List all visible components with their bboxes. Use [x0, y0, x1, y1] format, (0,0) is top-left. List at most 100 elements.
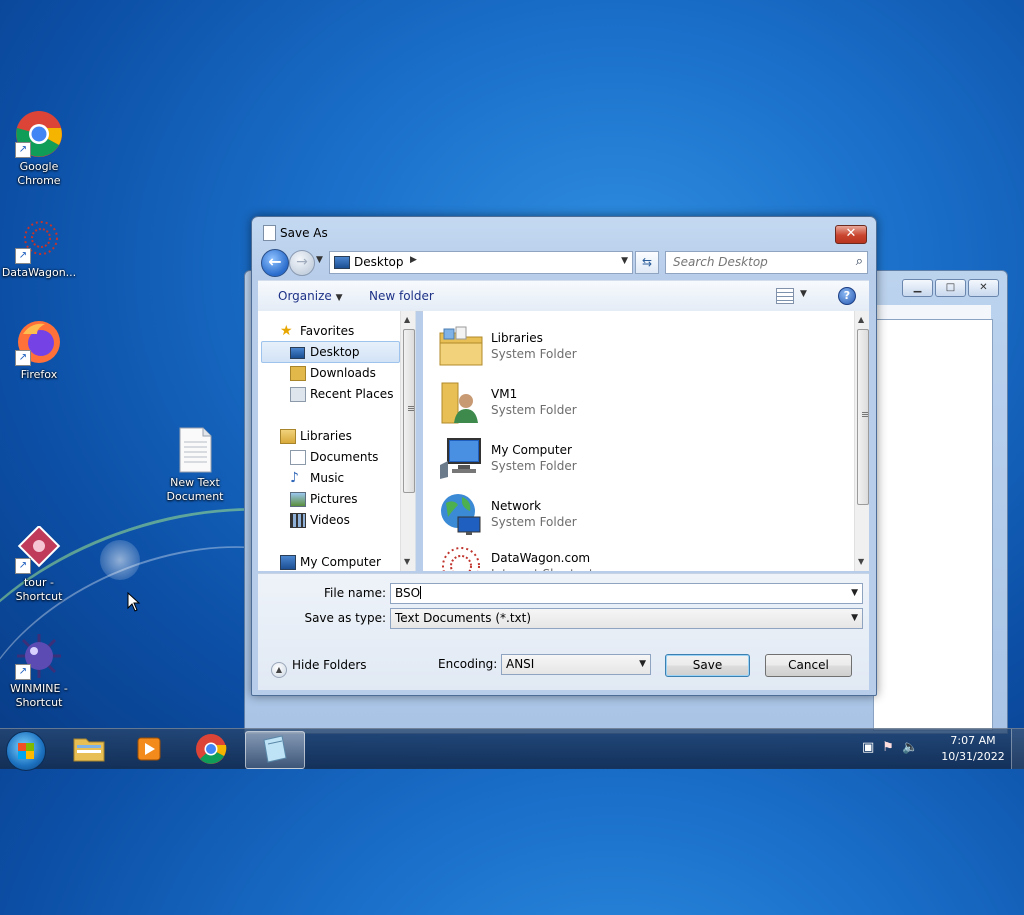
- save-type-select[interactable]: Text Documents (*.txt) ▼: [390, 608, 863, 629]
- desktop-icon-tour[interactable]: ↗ tour - Shortcut: [1, 524, 77, 604]
- shortcut-arrow-icon: ↗: [15, 558, 31, 574]
- chevron-down-icon[interactable]: ▼: [621, 256, 628, 266]
- encoding-label: Encoding:: [438, 657, 498, 671]
- scroll-down-icon[interactable]: ▼: [858, 557, 864, 566]
- encoding-select[interactable]: ANSI ▼: [501, 654, 651, 675]
- taskbar-media-player[interactable]: [121, 731, 179, 767]
- tour-icon: ↗: [15, 524, 63, 574]
- recent-places-icon: [290, 387, 306, 402]
- desktop-icon-label: New Text Document: [166, 476, 224, 503]
- view-options-dropdown[interactable]: ▼: [800, 289, 807, 299]
- minimize-button[interactable]: ▁: [902, 279, 933, 297]
- chevron-down-icon[interactable]: ▼: [851, 613, 858, 623]
- command-bar: Organize ▼ New folder ▼ ?: [258, 280, 869, 312]
- hide-folders-button[interactable]: ▲ Hide Folders: [271, 658, 367, 678]
- libraries-icon: [280, 429, 296, 444]
- chevron-down-icon[interactable]: ▼: [639, 659, 646, 669]
- back-button[interactable]: ←: [261, 249, 289, 277]
- network-icon[interactable]: ▣: [862, 740, 874, 755]
- windows-logo-icon: [18, 743, 34, 759]
- search-icon[interactable]: ⌕: [856, 254, 863, 269]
- chevron-down-icon: ▼: [335, 293, 343, 303]
- desktop-icon-new-text-document[interactable]: New Text Document: [157, 426, 233, 504]
- documents-icon: [290, 450, 306, 465]
- show-desktop-button[interactable]: [1011, 729, 1024, 769]
- text-document-icon: [171, 426, 219, 474]
- search-input[interactable]: [666, 252, 848, 271]
- taskbar-explorer[interactable]: [60, 731, 118, 767]
- chevron-right-icon[interactable]: ▶: [410, 255, 417, 265]
- file-name-value[interactable]: BSO: [395, 586, 422, 600]
- dialog-close-button[interactable]: ✕: [835, 225, 867, 244]
- videos-icon: [290, 513, 306, 528]
- desktop-icon-label: WINMINE - Shortcut: [10, 682, 68, 709]
- desktop-icon-chrome[interactable]: ↗ Google Chrome: [1, 110, 77, 188]
- file-list: Libraries System Folder VM1 System Folde…: [423, 311, 869, 571]
- recent-locations-dropdown[interactable]: ▼: [316, 255, 323, 265]
- help-button[interactable]: ?: [838, 287, 856, 305]
- nav-scrollbar[interactable]: ▲ ▼: [400, 311, 415, 571]
- forward-button[interactable]: →: [289, 250, 315, 276]
- scroll-down-icon[interactable]: ▼: [404, 557, 410, 566]
- save-options-panel: File name: BSO ▼ Save as type: Text Docu…: [258, 573, 869, 690]
- change-view-icon[interactable]: [776, 288, 794, 304]
- file-name: Libraries: [491, 331, 543, 345]
- address-bar[interactable]: Desktop ▶ ▼: [329, 251, 633, 274]
- search-box[interactable]: ⌕: [665, 251, 868, 274]
- desktop-icon-winmine[interactable]: ↗ WINMINE - Shortcut: [1, 632, 77, 710]
- scrollbar-thumb[interactable]: [403, 329, 415, 493]
- forward-arrow-icon: →: [296, 254, 308, 270]
- maximize-button[interactable]: □: [935, 279, 966, 297]
- scroll-up-icon[interactable]: ▲: [404, 315, 410, 324]
- cancel-button[interactable]: Cancel: [765, 654, 852, 677]
- shortcut-arrow-icon: ↗: [15, 350, 31, 366]
- action-center-flag-icon[interactable]: ⚑: [882, 740, 894, 755]
- chevron-up-icon: ▲: [271, 662, 287, 678]
- chrome-icon: ↗: [15, 110, 63, 158]
- file-name: Network: [491, 499, 542, 513]
- scrollbar-thumb[interactable]: [857, 329, 869, 505]
- shortcut-arrow-icon: ↗: [15, 664, 31, 680]
- taskbar: ▣ ⚑ 🔈 7:07 AM 10/31/2022: [0, 728, 1024, 771]
- list-item[interactable]: VM1 System Folder: [438, 375, 768, 427]
- list-item[interactable]: Libraries System Folder: [438, 319, 768, 371]
- desktop-icon-datawagon[interactable]: ↗ DataWagon...: [1, 216, 77, 280]
- file-type: Internet Shortcut: [491, 567, 594, 571]
- music-icon: ♪: [290, 470, 299, 486]
- refresh-icon: ⇆: [641, 255, 653, 269]
- volume-icon[interactable]: 🔈: [902, 740, 918, 755]
- clock[interactable]: 7:07 AM 10/31/2022: [936, 733, 1010, 765]
- taskbar-chrome[interactable]: [182, 731, 240, 767]
- start-button[interactable]: [6, 731, 46, 771]
- libraries-folder-icon: [439, 326, 483, 366]
- list-item[interactable]: My Computer System Folder: [438, 431, 768, 483]
- file-list-scrollbar[interactable]: ▲ ▼: [854, 311, 869, 571]
- dialog-title: Save As: [280, 226, 328, 240]
- desktop-icon-label: Firefox: [20, 368, 58, 381]
- wallpaper-glow: [100, 540, 140, 580]
- computer-icon: [440, 438, 481, 479]
- file-type: System Folder: [491, 403, 577, 417]
- grip-icon: [862, 412, 868, 418]
- address-location[interactable]: Desktop: [354, 255, 404, 269]
- organize-button[interactable]: Organize ▼: [278, 289, 343, 303]
- scroll-up-icon[interactable]: ▲: [858, 315, 864, 324]
- list-item[interactable]: Network System Folder: [438, 487, 768, 539]
- new-folder-button[interactable]: New folder: [369, 289, 434, 303]
- system-tray: ▣ ⚑ 🔈: [862, 740, 918, 755]
- desktop-icon-firefox[interactable]: ↗ Firefox: [1, 318, 77, 382]
- text-area[interactable]: [873, 319, 993, 731]
- file-name: VM1: [491, 387, 518, 401]
- save-button[interactable]: Save: [665, 654, 750, 677]
- chevron-down-icon[interactable]: ▼: [851, 588, 858, 598]
- nav-label: My Computer: [300, 555, 381, 569]
- mouse-cursor-icon: [127, 592, 141, 612]
- refresh-button[interactable]: ⇆: [635, 251, 659, 274]
- list-item[interactable]: DataWagon.com Internet Shortcut: [438, 539, 768, 571]
- nav-label: Pictures: [310, 492, 358, 506]
- encoding-value: ANSI: [506, 657, 535, 671]
- taskbar-notepad[interactable]: [245, 731, 305, 769]
- close-button[interactable]: ✕: [968, 279, 999, 297]
- file-name-field[interactable]: BSO ▼: [390, 583, 863, 604]
- file-type: System Folder: [491, 515, 577, 529]
